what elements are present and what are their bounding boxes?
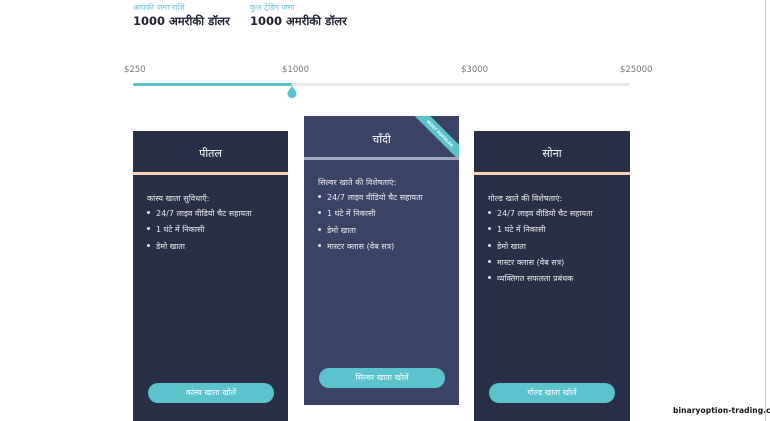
- feature-item: डेमो खाता: [147, 241, 252, 257]
- card-separator: [474, 172, 630, 175]
- open-bronze-account-button[interactable]: कांस्य खाता खोलें: [148, 383, 274, 403]
- feature-text: 24/7 लाइव वीडियो चैट सहायता: [156, 209, 252, 218]
- card-separator: [133, 172, 288, 175]
- deposit-slider-handle[interactable]: [287, 86, 297, 98]
- bullet-icon: [488, 227, 491, 231]
- total-trading-label: कुल ट्रेडिंग जमा: [250, 3, 295, 12]
- feature-item: व्यक्तिगत सफलता प्रबंधक: [488, 273, 593, 289]
- deposit-slider-track[interactable]: [133, 83, 630, 86]
- feature-text: मास्टर क्लास (वेब सत्र): [497, 257, 565, 267]
- silver-account-card: MOST POPULAR चाँदी सिल्वर खाते की विशेषत…: [304, 116, 459, 405]
- feature-text: 24/7 लाइव वीडियो चैट सहायता: [497, 209, 593, 218]
- open-gold-account-button[interactable]: गोल्ड खाता खोलें: [489, 383, 615, 403]
- feature-text: डेमो खाता: [327, 225, 356, 235]
- feature-item: 1 घंटे में निकासी: [147, 224, 252, 240]
- slider-tick-1000[interactable]: $1000: [282, 65, 309, 75]
- features-heading: सिल्वर खाते की विशेषताएं:: [318, 178, 397, 187]
- your-deposit-label: आपकी जमा राशि: [133, 3, 185, 12]
- features-list: 24/7 लाइव वीडियो चैट सहायता 1 घंटे में न…: [488, 208, 593, 289]
- bullet-icon: [147, 211, 150, 214]
- total-trading-deposit: कुल ट्रेडिंग जमा 1000 अमरीकी डॉलर: [250, 2, 347, 29]
- deposit-slider-fill: [133, 83, 293, 86]
- features-heading: गोल्ड खाते की विशेषताएं:: [488, 194, 563, 203]
- slider-tick-250[interactable]: $250: [124, 65, 146, 75]
- feature-item: डेमो खाता: [318, 225, 423, 241]
- card-title: पीतल: [199, 147, 222, 160]
- bullet-icon: [318, 211, 321, 215]
- feature-item: 24/7 लाइव वीडियो चैट सहायता: [488, 208, 593, 224]
- gold-account-card: सोना गोल्ड खाते की विशेषताएं: 24/7 लाइव …: [474, 131, 630, 421]
- your-deposit: आपकी जमा राशि 1000 अमरीकी डॉलर: [133, 2, 230, 29]
- bullet-icon: [488, 211, 491, 214]
- feature-text: 1 घंटे में निकासी: [497, 225, 546, 235]
- feature-text: डेमो खाता: [497, 241, 526, 251]
- card-title: सोना: [542, 147, 562, 160]
- feature-text: 24/7 लाइव वीडियो चैट सहायता: [327, 193, 423, 202]
- watermark: binaryoption-trading.com: [673, 406, 770, 415]
- feature-item: मास्टर क्लास (वेब सत्र): [318, 241, 423, 257]
- your-deposit-value: 1000 अमरीकी डॉलर: [133, 14, 230, 28]
- bronze-account-card: पीतल कांस्य खाता सुविधाएँ: 24/7 लाइव वीड…: [133, 131, 288, 421]
- bullet-icon: [318, 227, 321, 231]
- features-list: 24/7 लाइव वीडियो चैट सहायता 1 घंटे में न…: [147, 208, 252, 257]
- bullet-icon: [318, 195, 321, 198]
- bullet-icon: [488, 259, 491, 263]
- feature-item: मास्टर क्लास (वेब सत्र): [488, 257, 593, 273]
- features-list: 24/7 लाइव वीडियो चैट सहायता 1 घंटे में न…: [318, 192, 423, 257]
- features-heading: कांस्य खाता सुविधाएँ:: [147, 194, 210, 203]
- feature-text: मास्टर क्लास (वेब सत्र): [327, 241, 395, 251]
- bullet-icon: [488, 243, 491, 247]
- feature-text: व्यक्तिगत सफलता प्रबंधक: [497, 274, 574, 284]
- slider-tick-25000[interactable]: $25000: [620, 65, 652, 75]
- feature-item: 1 घंटे में निकासी: [318, 208, 423, 224]
- bullet-icon: [488, 276, 491, 280]
- bullet-icon: [318, 243, 321, 247]
- feature-item: 1 घंटे में निकासी: [488, 224, 593, 240]
- card-separator: [304, 157, 459, 160]
- feature-text: 1 घंटे में निकासी: [156, 225, 205, 235]
- total-trading-value: 1000 अमरीकी डॉलर: [250, 14, 347, 28]
- feature-text: डेमो खाता: [156, 241, 185, 251]
- page-edge-divider: [765, 0, 766, 421]
- slider-tick-3000[interactable]: $3000: [461, 65, 488, 75]
- feature-item: डेमो खाता: [488, 241, 593, 257]
- bullet-icon: [147, 243, 150, 247]
- bullet-icon: [147, 227, 150, 231]
- open-silver-account-button[interactable]: सिल्वर खाता खोलें: [319, 368, 445, 388]
- feature-text: 1 घंटे में निकासी: [327, 209, 376, 219]
- feature-item: 24/7 लाइव वीडियो चैट सहायता: [318, 192, 423, 208]
- feature-item: 24/7 लाइव वीडियो चैट सहायता: [147, 208, 252, 224]
